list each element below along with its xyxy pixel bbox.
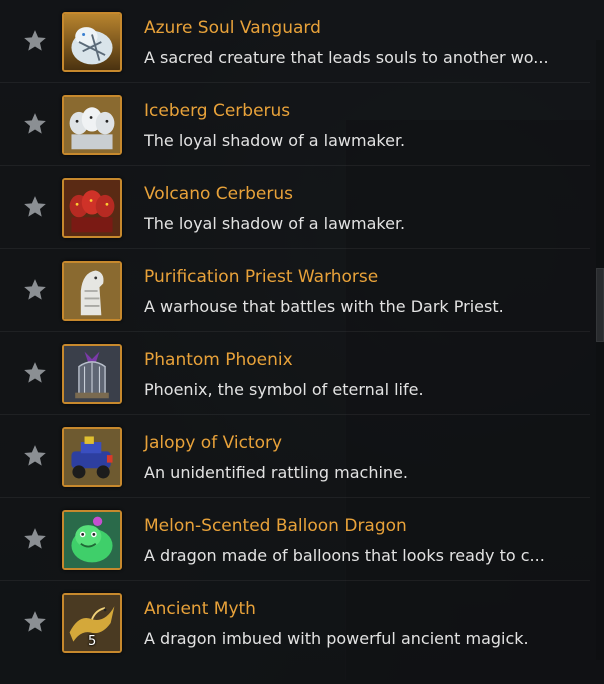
favorite-star-icon[interactable] bbox=[22, 111, 48, 137]
item-description: A warhouse that battles with the Dark Pr… bbox=[144, 297, 504, 316]
item-description: A dragon made of balloons that looks rea… bbox=[144, 546, 545, 565]
list-item[interactable]: Phantom Phoenix Phoenix, the symbol of e… bbox=[0, 332, 590, 415]
list-item[interactable]: Purification Priest Warhorse A warhouse … bbox=[0, 249, 590, 332]
item-description: A sacred creature that leads souls to an… bbox=[144, 48, 549, 67]
item-name: Phantom Phoenix bbox=[144, 350, 293, 370]
red-cerberus-icon bbox=[62, 178, 122, 238]
item-description: An unidentified rattling machine. bbox=[144, 463, 408, 482]
item-name: Purification Priest Warhorse bbox=[144, 267, 379, 287]
white-cerberus-icon bbox=[62, 95, 122, 155]
item-name: Iceberg Cerberus bbox=[144, 101, 291, 121]
favorite-star-icon[interactable] bbox=[22, 194, 48, 220]
favorite-star-icon[interactable] bbox=[22, 360, 48, 386]
favorite-star-icon[interactable] bbox=[22, 277, 48, 303]
mount-list: Azure Soul Vanguard A sacred creature th… bbox=[0, 0, 604, 684]
balloon-dragon-icon bbox=[62, 510, 122, 570]
list-item[interactable]: 5 Ancient Myth A dragon imbued with powe… bbox=[0, 581, 590, 663]
item-quantity: 5 bbox=[88, 634, 97, 649]
list-item[interactable]: Azure Soul Vanguard A sacred creature th… bbox=[0, 0, 590, 83]
favorite-star-icon[interactable] bbox=[22, 28, 48, 54]
list-item[interactable]: Jalopy of Victory An unidentified rattli… bbox=[0, 415, 590, 498]
list-item[interactable]: Melon-Scented Balloon Dragon A dragon ma… bbox=[0, 498, 590, 581]
item-description: Phoenix, the symbol of eternal life. bbox=[144, 380, 424, 399]
item-name: Ancient Myth bbox=[144, 599, 256, 619]
phoenix-cage-icon bbox=[62, 344, 122, 404]
list-item[interactable]: Iceberg Cerberus The loyal shadow of a l… bbox=[0, 83, 590, 166]
list-item[interactable]: Volcano Cerberus The loyal shadow of a l… bbox=[0, 166, 590, 249]
item-name: Jalopy of Victory bbox=[144, 433, 283, 453]
item-name: Melon-Scented Balloon Dragon bbox=[144, 516, 407, 536]
item-description: The loyal shadow of a lawmaker. bbox=[144, 131, 406, 150]
item-description: A dragon imbued with powerful ancient ma… bbox=[144, 629, 529, 648]
favorite-star-icon[interactable] bbox=[22, 526, 48, 552]
favorite-star-icon[interactable] bbox=[22, 609, 48, 635]
item-description: The loyal shadow of a lawmaker. bbox=[144, 214, 406, 233]
jalopy-car-icon bbox=[62, 427, 122, 487]
item-name: Azure Soul Vanguard bbox=[144, 18, 321, 38]
favorite-star-icon[interactable] bbox=[22, 443, 48, 469]
white-warhorse-icon bbox=[62, 261, 122, 321]
golden-dragon-icon: 5 bbox=[62, 593, 122, 653]
item-name: Volcano Cerberus bbox=[144, 184, 293, 204]
white-tiger-mount-icon bbox=[62, 12, 122, 72]
